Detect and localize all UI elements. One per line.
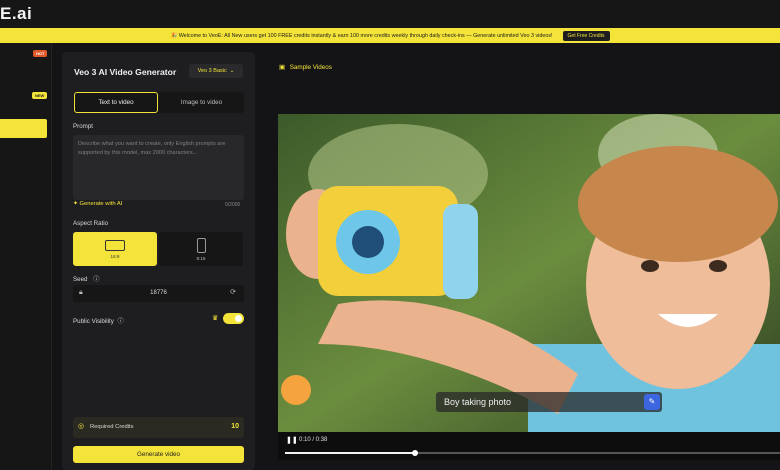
toggle-knob — [235, 315, 242, 322]
video-icon: ▣ — [279, 64, 285, 71]
public-visibility-toggle[interactable] — [223, 313, 244, 324]
generate-with-ai-button[interactable]: ✦ Generate with AI — [73, 201, 122, 207]
required-credits: ◎ Required Credits 10 — [73, 417, 244, 438]
aspect-9-16-label: 9:16 — [196, 255, 206, 261]
video-progress-bar[interactable] — [285, 450, 780, 456]
prompt-input[interactable]: Describe what you want to create, only E… — [73, 135, 244, 200]
aspect-ratio-label: Aspect Ratio — [73, 220, 109, 227]
aspect-16-9-option[interactable]: 16:9 — [73, 232, 157, 266]
video-frame — [278, 114, 780, 436]
info-icon[interactable]: ⓘ — [118, 318, 124, 325]
model-select-value: Veo 3 Basic — [197, 68, 227, 74]
chevron-down-icon: ⌄ — [229, 68, 235, 74]
char-count: 0/2000 — [225, 202, 241, 208]
sparkle-icon: ✦ — [73, 201, 78, 207]
video-progress-fill — [285, 452, 416, 454]
refresh-icon[interactable]: ⟳ — [230, 288, 236, 296]
video-caption-text: Boy taking photo — [444, 397, 512, 407]
video-caption-input[interactable]: Boy taking photo ✎ — [436, 392, 662, 412]
seed-label-text: Seed — [73, 276, 88, 283]
generate-video-button[interactable]: Generate video — [73, 446, 244, 463]
public-visibility-label: Public Visibility ⓘ — [73, 316, 124, 325]
seed-label: Seed ⓘ — [73, 274, 99, 283]
crown-icon: ♛ — [212, 315, 219, 322]
sidebar-item-active[interactable] — [0, 119, 47, 138]
prompt-label: Prompt — [73, 123, 93, 130]
required-credits-label: Required Credits — [90, 424, 134, 430]
video-progress-handle[interactable] — [412, 450, 419, 456]
sample-videos-title: Sample Videos — [289, 64, 332, 71]
public-visibility-text: Public Visibility — [73, 318, 114, 325]
seed-field[interactable]: 🔒︎ 18776 ⟳ — [73, 285, 244, 302]
new-badge: NEW — [32, 92, 48, 99]
landscape-icon — [105, 239, 125, 251]
aspect-16-9-label: 16:9 — [110, 253, 120, 259]
aspect-9-16-option[interactable]: 9:16 — [159, 232, 243, 266]
portrait-icon — [196, 237, 206, 253]
required-credits-value: 10 — [231, 423, 239, 430]
promo-message: 🎉 Welcome to VeoE: All New users get 100… — [170, 32, 553, 39]
coins-icon: ◎ — [78, 423, 85, 430]
promo-banner: 🎉 Welcome to VeoE: All New users get 100… — [0, 28, 780, 43]
pause-icon[interactable]: ❚❚ — [286, 436, 298, 444]
sample-videos-heading: ▣ Sample Videos — [279, 64, 332, 71]
video-time: 0:10 / 0:38 — [299, 437, 328, 443]
tab-text-to-video[interactable]: Text to video — [74, 92, 158, 113]
model-select[interactable]: Veo 3 Basic ⌄ — [189, 64, 243, 78]
generator-title: Veo 3 AI Video Generator — [74, 67, 177, 77]
site-logo[interactable]: E.ai — [0, 4, 32, 24]
video-controls: ❚❚ 0:10 / 0:38 — [278, 432, 780, 460]
get-free-credits-button[interactable]: Get Free Credits — [562, 30, 610, 41]
left-sidebar — [0, 43, 52, 470]
mode-tabs: Text to video Image to video — [73, 92, 244, 113]
generate-with-ai-label: Generate with AI — [79, 201, 123, 207]
info-icon[interactable]: ⓘ — [93, 276, 99, 283]
seed-value[interactable]: 18776 — [73, 290, 244, 296]
magic-wand-icon[interactable]: ✎ — [644, 394, 660, 410]
tab-image-to-video[interactable]: Image to video — [159, 92, 244, 113]
top-bar: E.ai — [0, 0, 780, 28]
hot-badge: HOT — [33, 50, 48, 57]
